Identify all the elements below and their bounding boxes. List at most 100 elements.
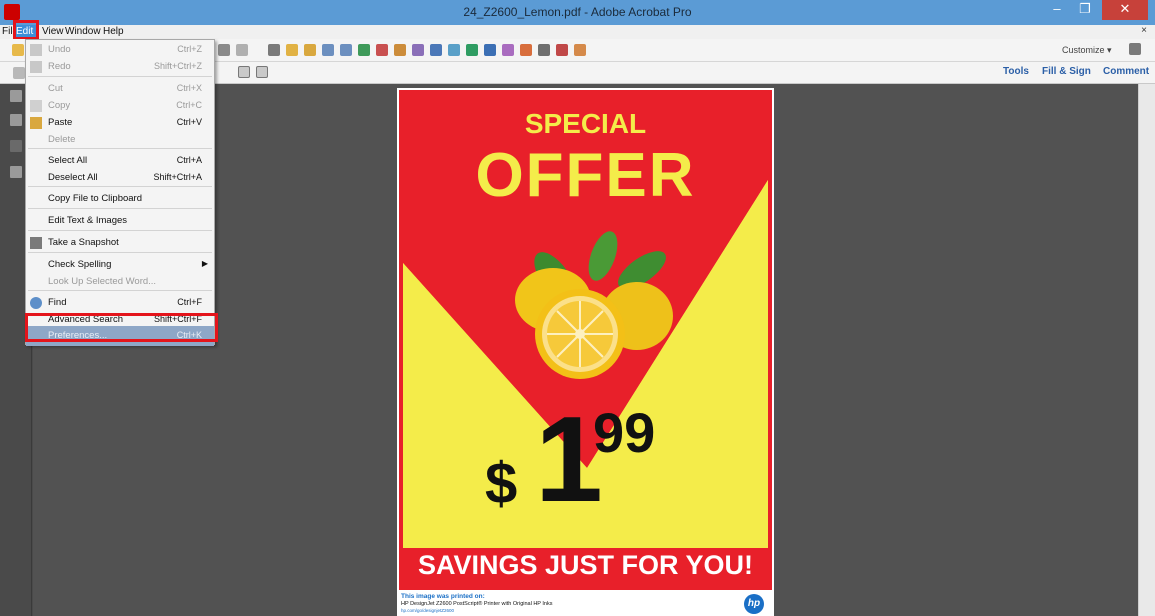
- menu-item-shortcut: Ctrl+Z: [177, 44, 202, 54]
- pages-icon[interactable]: [340, 44, 352, 56]
- menu-item-label: Paste: [48, 117, 73, 128]
- submenu-arrow-icon: ▶: [201, 259, 208, 268]
- signatures-icon[interactable]: [10, 140, 22, 152]
- poster-special-text: SPECIAL: [524, 108, 647, 139]
- edit-icon[interactable]: [218, 44, 230, 56]
- home-icon[interactable]: [13, 67, 25, 79]
- menu-item-label: Redo: [48, 61, 71, 72]
- bookmarks-icon[interactable]: [10, 114, 22, 126]
- attachments-icon[interactable]: [10, 166, 22, 178]
- menu-item-shortcut: Shift+Ctrl+A: [153, 172, 202, 182]
- export-icon[interactable]: [358, 44, 370, 56]
- copy-icon: [30, 100, 42, 112]
- share-icon[interactable]: [574, 44, 586, 56]
- menu-item-shortcut: Ctrl+A: [176, 155, 202, 165]
- minimize-button[interactable]: –: [1044, 0, 1070, 20]
- menu-item-label: Copy File to Clipboard: [48, 193, 142, 204]
- menu-bar: File Edit View Window Help ×: [0, 25, 1155, 39]
- preferences-highlight-box: [25, 313, 218, 342]
- rich-media-icon[interactable]: [430, 44, 442, 56]
- menu-item-shortcut: Ctrl+C: [176, 100, 202, 110]
- menu-item-label: Find: [48, 297, 67, 308]
- menu-item-shortcut: Ctrl+X: [176, 83, 202, 93]
- vertical-scrollbar[interactable]: [1138, 84, 1155, 616]
- menu-separator: [28, 230, 212, 231]
- hp-logo: hp: [744, 594, 764, 614]
- menu-item-delete[interactable]: Delete: [26, 130, 214, 150]
- undo-icon: [30, 44, 42, 56]
- edit-menu-highlight-box: [13, 20, 39, 40]
- printer-info-text: HP DesignJet Z2600 PostScript® Printer w…: [401, 601, 553, 607]
- menu-item-deselect-all[interactable]: Deselect All Shift+Ctrl+A: [26, 168, 214, 188]
- menu-item-label: Undo: [48, 44, 71, 55]
- menu-view[interactable]: View: [40, 25, 66, 39]
- poster-dollar-sign: $: [485, 451, 518, 516]
- redact-icon[interactable]: [556, 44, 568, 56]
- poster-savings-text: SAVINGS JUST FOR YOU!: [417, 550, 754, 580]
- close-button[interactable]: ✕: [1102, 0, 1148, 20]
- menu-item-shortcut: Ctrl+F: [177, 297, 202, 307]
- menu-separator: [28, 208, 212, 209]
- menu-item-take-snapshot[interactable]: Take a Snapshot: [26, 233, 214, 253]
- menu-item-label: Select All: [48, 155, 88, 166]
- menu-help[interactable]: Help: [101, 25, 126, 39]
- combine-icon[interactable]: [394, 44, 406, 56]
- search-icon: [30, 297, 42, 309]
- menu-item-shortcut: Shift+Ctrl+Z: [153, 61, 202, 71]
- protect-icon[interactable]: [376, 44, 388, 56]
- paste-icon: [30, 117, 42, 129]
- page-thumbnails-icon[interactable]: [10, 90, 22, 102]
- print-icon[interactable]: [538, 44, 550, 56]
- menu-window[interactable]: Window: [63, 25, 103, 39]
- customize-dropdown[interactable]: Customize ▾: [1062, 45, 1112, 56]
- menu-item-edit-text-images[interactable]: Edit Text & Images: [26, 211, 214, 231]
- camera-icon: [30, 237, 42, 249]
- fit-page-icon[interactable]: [256, 66, 268, 78]
- sign-icon[interactable]: [520, 44, 532, 56]
- printed-on-label: This image was printed on:: [401, 593, 485, 600]
- email-icon[interactable]: [236, 44, 248, 56]
- comment-icon[interactable]: [286, 44, 298, 56]
- menu-separator: [28, 148, 212, 149]
- close-document-icon[interactable]: ×: [1141, 25, 1147, 36]
- fit-width-icon[interactable]: [238, 66, 250, 78]
- window-title: 24_Z2600_Lemon.pdf - Adobe Acrobat Pro: [463, 5, 692, 19]
- menu-item-label: Cut: [48, 83, 63, 94]
- poster-footer: This image was printed on: HP DesignJet …: [397, 591, 774, 616]
- poster-offer-text: OFFER: [475, 141, 696, 210]
- expand-icon[interactable]: [1129, 43, 1141, 55]
- menu-item-label: Look Up Selected Word...: [48, 276, 157, 287]
- open-icon[interactable]: [12, 44, 24, 56]
- poster-price-cents: 99: [593, 401, 656, 464]
- comment-tab[interactable]: Comment: [1103, 66, 1149, 77]
- menu-item-look-up-word[interactable]: Look Up Selected Word...: [26, 272, 214, 292]
- edit-menu-dropdown: Undo Ctrl+Z Redo Shift+Ctrl+Z Cut Ctrl+X…: [25, 39, 215, 346]
- settings-icon[interactable]: [268, 44, 280, 56]
- printer-url-text: hp.com/go/designjetZ2600: [401, 608, 455, 613]
- menu-item-label: Deselect All: [48, 172, 98, 183]
- title-bar: 24_Z2600_Lemon.pdf - Adobe Acrobat Pro –…: [0, 0, 1155, 25]
- spreadsheet-icon[interactable]: [466, 44, 478, 56]
- menu-separator: [28, 290, 212, 291]
- menu-item-copy-file-to-clipboard[interactable]: Copy File to Clipboard: [26, 189, 214, 209]
- word-icon[interactable]: [484, 44, 496, 56]
- menu-item-label: Delete: [48, 134, 76, 145]
- highlight-icon[interactable]: [304, 44, 316, 56]
- page-icon[interactable]: [322, 44, 334, 56]
- menu-item-redo[interactable]: Redo Shift+Ctrl+Z: [26, 57, 214, 77]
- redo-icon: [30, 61, 42, 73]
- action-icon[interactable]: [448, 44, 460, 56]
- stamp-icon[interactable]: [502, 44, 514, 56]
- tools-tab[interactable]: Tools: [1003, 66, 1029, 77]
- menu-separator: [28, 186, 212, 187]
- menu-item-label: Copy: [48, 100, 71, 111]
- menu-item-label: Take a Snapshot: [48, 237, 119, 248]
- menu-item-shortcut: Ctrl+V: [176, 117, 202, 127]
- menu-item-label: Edit Text & Images: [48, 215, 128, 226]
- pdf-page: SPECIAL OFFER $ 1 99 SAVINGS JUST FOR YO…: [397, 88, 774, 616]
- menu-item-label: Check Spelling: [48, 259, 112, 270]
- menu-separator: [28, 76, 212, 77]
- maximize-button[interactable]: ❐: [1072, 0, 1098, 20]
- form-icon[interactable]: [412, 44, 424, 56]
- fill-sign-tab[interactable]: Fill & Sign: [1042, 66, 1091, 77]
